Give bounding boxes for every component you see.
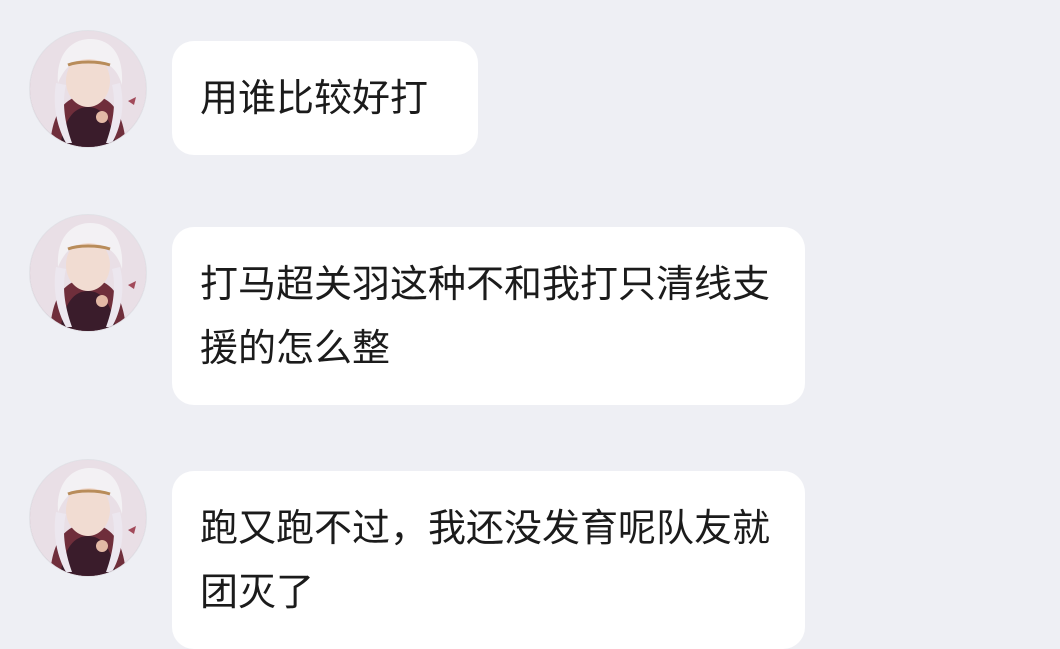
- user-avatar-icon[interactable]: [30, 460, 146, 576]
- message-text: 跑又跑不过，我还没发育呢队友就团灭了: [200, 506, 771, 614]
- message-bubble[interactable]: 打马超关羽这种不和我打只清线支援的怎么整: [172, 227, 805, 405]
- user-avatar-icon[interactable]: [30, 215, 146, 331]
- message-text: 打马超关羽这种不和我打只清线支援的怎么整: [200, 262, 771, 370]
- chat-message-list: 用谁比较好打 打马超关羽这种不和我打只清线支援的怎么整 跑又跑不过，我还没发育呢…: [0, 0, 1060, 649]
- message-bubble[interactable]: 用谁比较好打: [172, 41, 478, 155]
- message-text: 用谁比较好打: [200, 76, 429, 120]
- user-avatar-icon[interactable]: [30, 31, 146, 147]
- message-bubble[interactable]: 跑又跑不过，我还没发育呢队友就团灭了: [172, 471, 805, 649]
